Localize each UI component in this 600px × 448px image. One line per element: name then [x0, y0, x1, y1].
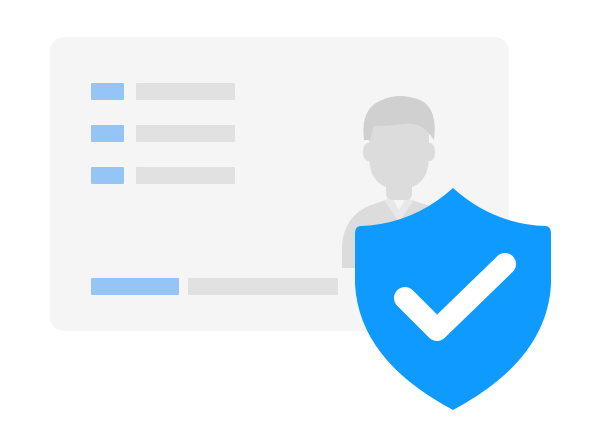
field-line-2: [136, 125, 235, 142]
footer-line: [188, 278, 338, 295]
field-marker-2: [91, 125, 124, 142]
field-line-3: [136, 167, 235, 184]
field-line-1: [136, 83, 235, 100]
footer-marker: [91, 278, 179, 295]
field-marker-3: [91, 167, 124, 184]
field-marker-1: [91, 83, 124, 100]
identity-verified-illustration: [0, 0, 600, 448]
shield-icon: [355, 188, 551, 410]
